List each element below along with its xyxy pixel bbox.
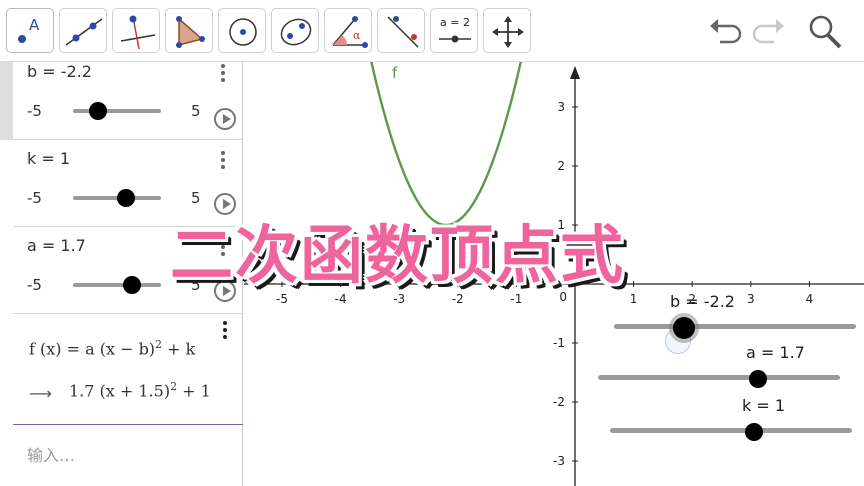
slider-a-min: -5 [27,276,42,294]
slider-a-track[interactable] [73,276,161,294]
reflect-line-icon [387,16,419,48]
definition-suffix: + k [162,339,196,359]
y-tick-label: 2 [557,159,565,173]
svg-text:α: α [353,29,361,42]
move-arrows-icon [492,16,524,48]
slider-icon [439,35,471,43]
graphics-slider-b-label: b = -2.2 [670,292,735,311]
slider-b-min: -5 [27,102,42,120]
x-tick-label: 3 [747,292,755,306]
slider-b-name: b = -2.2 [27,62,92,81]
polygon-tool[interactable] [165,8,213,53]
circle-center-tool[interactable] [218,8,266,53]
slider-a-name: a = 1.7 [27,236,86,255]
polygon-icon [176,16,205,48]
undo-icon[interactable] [706,14,742,48]
move-tool[interactable]: A [6,8,54,53]
selection-strip [0,62,13,140]
slider-b-knob[interactable] [88,102,107,120]
geogebra-app: A α a = 2 b = -2.2 -5 5 k = 1 -5 5 a = 1… [0,0,864,486]
angle-icon: α [332,16,368,48]
circle-center-icon [229,18,257,46]
function-result: 1.7 (x + 1.5)2 + 1 [69,380,211,400]
y-tick-label: -1 [553,336,565,350]
toolbar: A α a = 2 [0,0,864,62]
definition-exponent: 2 [155,338,163,351]
slider-tool[interactable]: a = 2 [430,8,478,53]
more-options-icon[interactable] [221,64,227,85]
slider-k-knob[interactable] [116,189,135,207]
graphics-slider-a-label: a = 1.7 [746,343,805,362]
result-arrow: ⟶ [29,384,52,403]
slider-k-name: k = 1 [27,149,71,168]
x-tick-label: 1 [630,292,638,306]
graphics-slider-b-knob[interactable] [673,317,695,339]
function-f-curve [370,62,523,227]
result-text: 1.7 (x + 1.5) [69,381,171,401]
slider-b-track[interactable] [73,102,161,120]
input-placeholder: 输入… [27,446,76,465]
ellipse-tool[interactable] [271,8,319,53]
graphics-slider-k-knob[interactable] [745,423,763,441]
point-a-icon: A [18,16,40,43]
move-graphics-tool[interactable] [483,8,531,53]
slider-b-max: 5 [191,102,201,120]
more-options-icon[interactable] [221,151,227,172]
definition-text: f (x) = a (x − b) [29,339,156,359]
redo-icon[interactable] [752,14,788,48]
result-exponent: 2 [170,380,178,393]
graphics-slider-k-label: k = 1 [742,396,786,415]
slider-a-knob[interactable] [122,276,141,294]
y-axis-arrow [570,66,580,79]
svg-text:A: A [29,16,40,34]
graphics-slider-a-track[interactable] [598,375,840,380]
graphics-slider-k-track[interactable] [610,428,852,433]
slider-k-min: -5 [27,189,42,207]
perpendicular-line-tool[interactable] [112,8,160,53]
graphics-slider-a-knob[interactable] [749,370,767,388]
y-tick-label: -3 [553,454,565,468]
line-tool[interactable] [59,8,107,53]
input-bar[interactable]: 输入… [13,424,243,486]
y-tick-label: 3 [557,100,565,114]
algebra-slider-b[interactable]: b = -2.2 -5 5 [13,62,243,140]
result-suffix: + 1 [177,381,211,401]
overlay-title: 二次函数顶点式 [170,219,625,292]
y-tick-label: -2 [553,395,565,409]
search-icon[interactable] [806,12,846,50]
slider-k-track[interactable] [73,189,161,207]
angle-tool[interactable]: α [324,8,372,53]
function-definition: f (x) = a (x − b)2 + k [29,338,195,358]
function-f-label: f [392,64,398,82]
line-icon [65,18,103,46]
x-tick-label: 4 [806,292,814,306]
more-options-icon[interactable] [223,321,229,342]
ellipse-icon [280,18,312,46]
algebra-function-f[interactable]: f (x) = a (x − b)2 + k ⟶ 1.7 (x + 1.5)2 … [13,314,243,424]
perpendicular-line-icon [120,15,156,50]
graphics-slider-b-track[interactable] [614,324,856,329]
reflect-tool[interactable] [377,8,425,53]
play-icon[interactable] [214,108,236,130]
